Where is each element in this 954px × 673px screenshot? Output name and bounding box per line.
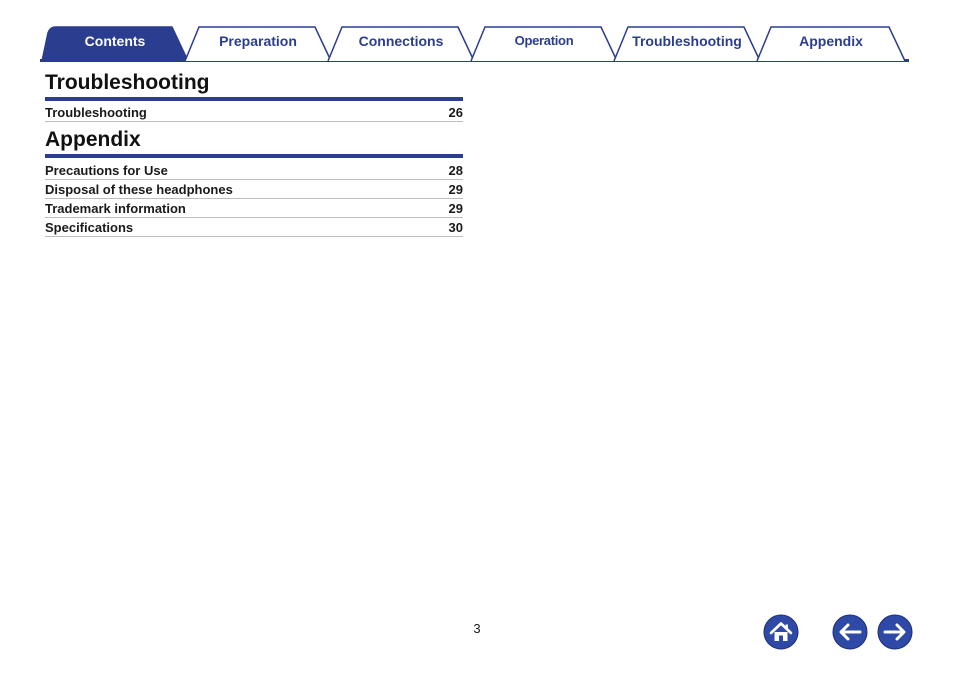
toc-entry-troubleshooting[interactable]: Troubleshooting 26 <box>45 103 463 122</box>
tab-connections[interactable]: Connections <box>326 25 476 62</box>
toc-entry-page: 29 <box>448 182 463 197</box>
toc-entry-label: Precautions for Use <box>45 163 168 178</box>
arrow-right-icon <box>877 614 913 650</box>
toc-entry-specifications[interactable]: Specifications 30 <box>45 218 463 237</box>
home-button[interactable] <box>763 614 799 650</box>
page-number: 3 <box>473 621 481 636</box>
tab-label: Preparation <box>219 33 297 49</box>
toc-list-troubleshooting: Troubleshooting 26 <box>45 103 463 122</box>
section-tab-bar: Contents Preparation Connections Operati… <box>40 25 909 62</box>
section-title-appendix: Appendix <box>45 128 141 151</box>
tab-troubleshooting[interactable]: Troubleshooting <box>612 25 762 62</box>
section-title-troubleshooting: Troubleshooting <box>45 71 210 94</box>
toc-entry-precautions[interactable]: Precautions for Use 28 <box>45 161 463 180</box>
tab-label: Appendix <box>799 33 863 49</box>
tab-contents[interactable]: Contents <box>40 25 190 62</box>
toc-entry-label: Specifications <box>45 220 134 235</box>
toc-entry-trademark[interactable]: Trademark information 29 <box>45 199 463 218</box>
back-button[interactable] <box>832 614 868 650</box>
forward-button[interactable] <box>877 614 913 650</box>
toc-entry-page: 29 <box>448 201 463 216</box>
tab-label: Connections <box>358 33 444 49</box>
manual-page: Contents Preparation Connections Operati… <box>0 0 954 673</box>
toc-entry-page: 26 <box>448 105 463 120</box>
toc-entry-label: Troubleshooting <box>45 105 147 120</box>
toc-entry-disposal[interactable]: Disposal of these headphones 29 <box>45 180 463 199</box>
tab-preparation[interactable]: Preparation <box>183 25 333 62</box>
home-icon <box>763 614 799 650</box>
toc-entry-page: 30 <box>448 220 463 235</box>
tab-label: Operation <box>514 33 574 48</box>
toc-entry-label: Trademark information <box>45 201 186 216</box>
tab-appendix[interactable]: Appendix <box>755 25 907 62</box>
section-rule <box>45 154 463 158</box>
tab-operation[interactable]: Operation <box>469 25 619 62</box>
section-rule <box>45 97 463 101</box>
arrow-left-icon <box>832 614 868 650</box>
tab-label: Troubleshooting <box>632 33 742 49</box>
toc-entry-label: Disposal of these headphones <box>45 182 233 197</box>
toc-list-appendix: Precautions for Use 28 Disposal of these… <box>45 161 463 237</box>
tab-label: Contents <box>84 33 146 49</box>
toc-entry-page: 28 <box>448 163 463 178</box>
